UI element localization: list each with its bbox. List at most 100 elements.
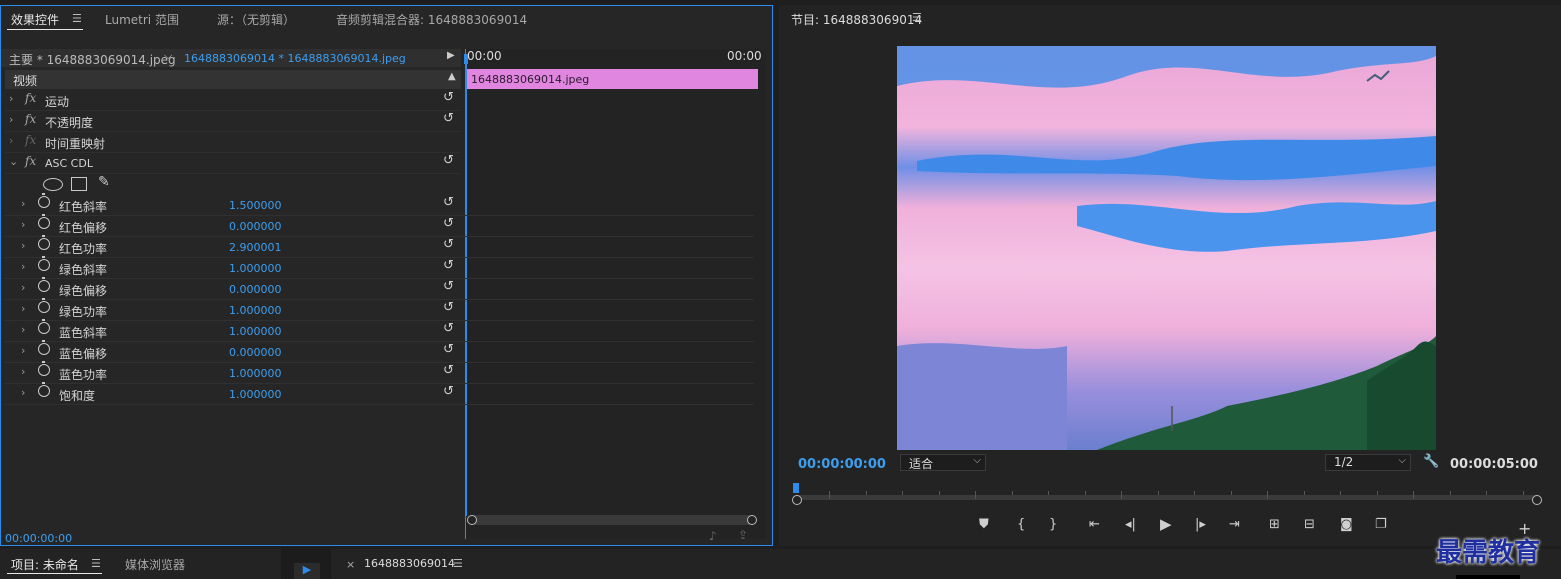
go-to-out-icon[interactable]: ⇥ [1229,517,1240,532]
param-row[interactable]: › 红色偏移 0.000000 ↺ [5,214,754,237]
lift-icon[interactable]: ⊞ [1269,517,1280,532]
sequence-clip-label[interactable]: 1648883069014 * 1648883069014.jpeg [184,52,406,65]
param-row[interactable]: › 红色斜率 1.500000 ↺ [5,193,754,216]
param-row[interactable]: › 蓝色偏移 0.000000 ↺ [5,340,754,363]
video-section-header[interactable]: 视频 ▲ [5,70,461,89]
tab-media-browser[interactable]: 媒体浏览器 [125,556,185,573]
collapse-up-icon[interactable]: ▲ [448,71,456,82]
playhead-marker[interactable] [464,54,468,64]
stopwatch-icon[interactable] [38,235,50,250]
tab-source[interactable]: 源：（无剪辑） [217,11,295,28]
chevron-right-icon[interactable]: › [21,197,25,210]
param-row[interactable]: › 红色功率 2.900001 ↺ [5,235,754,258]
fit-dropdown[interactable]: 适合 ⌵ [900,454,986,471]
stopwatch-icon[interactable] [38,277,50,292]
fx-icon[interactable]: fx [25,112,36,126]
reset-icon[interactable]: ↺ [443,90,454,105]
param-row[interactable]: › 蓝色功率 1.000000 ↺ [5,361,754,384]
effect-row-motion[interactable]: › fx 运动 ↺ [5,90,461,111]
stopwatch-icon[interactable] [38,193,50,208]
program-monitor-title[interactable]: 节目: 1648883069014 [791,11,922,28]
chevron-right-icon[interactable]: › [21,239,25,252]
param-row[interactable]: › 绿色偏移 0.000000 ↺ [5,277,754,300]
program-playhead[interactable] [793,483,799,493]
param-value[interactable]: 1.000000 [229,388,282,401]
chevron-right-icon[interactable]: › [9,113,13,126]
effect-row-opacity[interactable]: › fx 不透明度 ↺ [5,111,461,132]
stopwatch-icon[interactable] [38,382,50,397]
step-forward-icon[interactable]: |▸ [1195,517,1206,532]
master-clip-label[interactable]: 主要 * 1648883069014.jpeg [9,51,176,68]
export-icon[interactable]: ⇪ [738,528,748,542]
tab-timeline[interactable]: 1648883069014 [364,557,455,570]
chevron-right-icon[interactable]: › [21,386,25,399]
chevron-right-icon[interactable]: › [9,92,13,105]
fx-icon[interactable]: fx [25,154,36,168]
stopwatch-icon[interactable] [38,298,50,313]
chevron-right-icon[interactable]: › [21,365,25,378]
scroll-handle-left[interactable] [467,515,477,525]
effect-row-asc-cdl[interactable]: ⌄ fx ASC CDL ↺ [5,153,461,174]
reset-icon[interactable]: ↺ [443,279,454,294]
mark-out-icon[interactable]: } [1049,517,1057,532]
close-tab-icon[interactable]: × [346,558,355,571]
menu-icon[interactable]: ☰ [453,557,463,570]
tab-project[interactable]: 项目: 未命名 [11,556,79,573]
param-value[interactable]: 0.000000 [229,283,282,296]
stopwatch-icon[interactable] [38,214,50,229]
stopwatch-icon[interactable] [38,361,50,376]
menu-icon[interactable]: ☰ [91,557,101,570]
param-value[interactable]: 2.900001 [229,241,282,254]
reset-icon[interactable]: ↺ [443,258,454,273]
reset-icon[interactable]: ↺ [443,237,454,252]
chevron-down-icon[interactable]: ⌄ [9,155,18,168]
program-scrubber[interactable] [793,495,1539,500]
audio-icon[interactable]: ♪ [709,529,717,543]
timeline-scrollbar[interactable] [467,515,757,525]
param-value[interactable]: 1.500000 [229,199,282,212]
tab-lumetri[interactable]: Lumetri 范围 [105,11,179,28]
play-icon[interactable]: ▶ [1160,515,1172,533]
fx-icon[interactable]: fx [25,91,36,105]
effect-row-time-remap[interactable]: › fx 时间重映射 [5,132,461,153]
param-row[interactable]: › 蓝色斜率 1.000000 ↺ [5,319,754,342]
param-value[interactable]: 1.000000 [229,304,282,317]
clip-bar[interactable]: 1648883069014.jpeg [467,69,758,89]
menu-icon[interactable]: ☰ [72,12,82,25]
extract-icon[interactable]: ⊟ [1304,517,1315,532]
param-row[interactable]: › 绿色功率 1.000000 ↺ [5,298,754,321]
rectangle-mask-icon[interactable] [71,177,87,191]
chevron-right-icon[interactable]: › [21,302,25,315]
stopwatch-icon[interactable] [38,319,50,334]
reset-icon[interactable]: ↺ [443,195,454,210]
menu-icon[interactable]: ☰ [912,11,922,24]
go-to-in-icon[interactable]: ⇤ [1089,517,1100,532]
reset-icon[interactable]: ↺ [443,384,454,399]
reset-icon[interactable]: ↺ [443,153,454,168]
chevron-right-icon[interactable]: › [21,323,25,336]
chevron-right-icon[interactable]: › [9,134,13,147]
reset-icon[interactable]: ↺ [443,300,454,315]
zoom-handle-right[interactable] [1532,495,1542,505]
tab-audio-mixer[interactable]: 音频剪辑混合器: 1648883069014 [336,11,527,28]
effects-current-time[interactable]: 00:00:00:00 [5,532,72,545]
selection-tool-icon[interactable]: ▶ [294,563,320,579]
resolution-dropdown[interactable]: 1/2 ⌵ [1325,454,1411,471]
reset-icon[interactable]: ↺ [443,111,454,126]
ellipse-mask-icon[interactable] [43,178,63,191]
scroll-handle-right[interactable] [747,515,757,525]
chevron-right-icon[interactable]: › [21,281,25,294]
export-frame-icon[interactable]: ◙ [1340,517,1353,532]
reset-icon[interactable]: ↺ [443,321,454,336]
step-back-icon[interactable]: ◂| [1125,517,1136,532]
param-value[interactable]: 0.000000 [229,346,282,359]
chevron-right-icon[interactable]: › [21,218,25,231]
tab-effect-controls[interactable]: 效果控件 [11,11,59,28]
mark-in-icon[interactable]: { [1017,517,1025,532]
reset-icon[interactable]: ↺ [443,216,454,231]
comparison-view-icon[interactable]: ❐ [1375,517,1387,532]
stopwatch-icon[interactable] [38,256,50,271]
param-row[interactable]: › 饱和度 1.000000 ↺ [5,382,754,405]
chevron-right-icon[interactable]: › [21,260,25,273]
reset-icon[interactable]: ↺ [443,363,454,378]
